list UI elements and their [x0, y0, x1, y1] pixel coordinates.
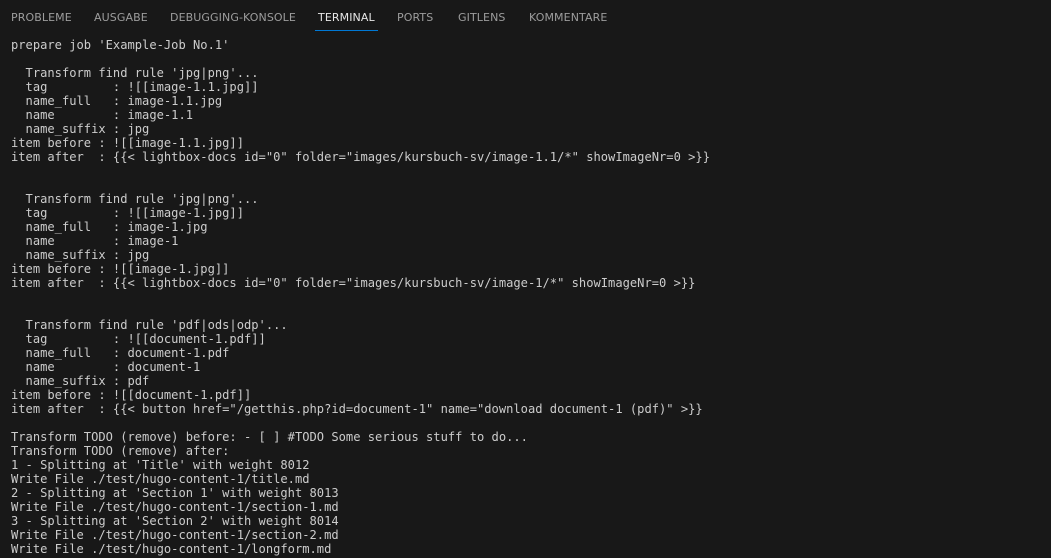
tab-label: AUSGABE	[94, 11, 148, 24]
terminal-output[interactable]: prepare job 'Example-Job No.1' Transform…	[0, 34, 1051, 558]
tab-label: GITLENS	[458, 11, 506, 24]
tab-gitlens[interactable]: GITLENS	[458, 11, 505, 31]
terminal-line: Write File ./test/hugo-content-1/title.m…	[11, 472, 310, 486]
terminal-line: name : image-1.1	[11, 108, 194, 122]
tab-probleme[interactable]: PROBLEME	[11, 11, 72, 31]
terminal-line: Write File ./test/hugo-content-1/section…	[11, 500, 339, 514]
terminal-line: item before : ![[document-1.pdf]]	[11, 388, 252, 402]
tab-label: PROBLEME	[11, 11, 72, 24]
terminal-line: Transform TODO (remove) after:	[11, 444, 230, 458]
terminal-line: Write File ./test/hugo-content-1/longfor…	[11, 542, 332, 556]
tab-ports[interactable]: PORTS	[397, 11, 433, 31]
terminal-line: item after : {{< button href="/getthis.p…	[11, 402, 703, 416]
panel-tab-bar: PROBLEME AUSGABE DEBUGGING-KONSOLE TERMI…	[0, 0, 1051, 34]
terminal-line: Transform find rule 'pdf|ods|odp'...	[11, 318, 288, 332]
tab-label: DEBUGGING-KONSOLE	[170, 11, 296, 24]
tab-label: KOMMENTARE	[529, 11, 608, 24]
terminal-line: Transform find rule 'jpg|png'...	[11, 66, 259, 80]
terminal-line: item after : {{< lightbox-docs id="0" fo…	[11, 276, 696, 290]
terminal-line: Transform TODO (remove) before: - [ ] #T…	[11, 430, 528, 444]
terminal-line: tag : ![[image-1.1.jpg]]	[11, 80, 259, 94]
tab-label: PORTS	[397, 11, 434, 24]
terminal-line: name_suffix : jpg	[11, 248, 150, 262]
tab-ausgabe[interactable]: AUSGABE	[94, 11, 148, 31]
terminal-line: tag : ![[document-1.pdf]]	[11, 332, 266, 346]
terminal-line: item before : ![[image-1.1.jpg]]	[11, 136, 244, 150]
terminal-line: item after : {{< lightbox-docs id="0" fo…	[11, 150, 710, 164]
terminal-line: Write File ./test/hugo-content-1/section…	[11, 528, 339, 542]
tab-terminal[interactable]: TERMINAL	[315, 11, 378, 31]
terminal-line: name_full : document-1.pdf	[11, 346, 230, 360]
terminal-line: 1 - Splitting at 'Title' with weight 801…	[11, 458, 310, 472]
terminal-line: name_full : image-1.1.jpg	[11, 94, 223, 108]
terminal-line: name_suffix : jpg	[11, 122, 150, 136]
terminal-line: name : document-1	[11, 360, 201, 374]
active-tab-indicator	[315, 30, 378, 31]
tab-label: TERMINAL	[318, 11, 375, 24]
terminal-line: Transform find rule 'jpg|png'...	[11, 192, 259, 206]
terminal-line: tag : ![[image-1.jpg]]	[11, 206, 244, 220]
terminal-line: item before : ![[image-1.jpg]]	[11, 262, 230, 276]
terminal-line: name_suffix : pdf	[11, 374, 150, 388]
terminal-line: prepare job 'Example-Job No.1'	[11, 38, 230, 52]
tab-kommentare[interactable]: KOMMENTARE	[529, 11, 607, 31]
terminal-line: 2 - Splitting at 'Section 1' with weight…	[11, 486, 339, 500]
terminal-line: name_full : image-1.jpg	[11, 220, 208, 234]
tab-debugging-konsole[interactable]: DEBUGGING-KONSOLE	[170, 11, 296, 31]
terminal-line: 3 - Splitting at 'Section 2' with weight…	[11, 514, 339, 528]
terminal-line: name : image-1	[11, 234, 179, 248]
